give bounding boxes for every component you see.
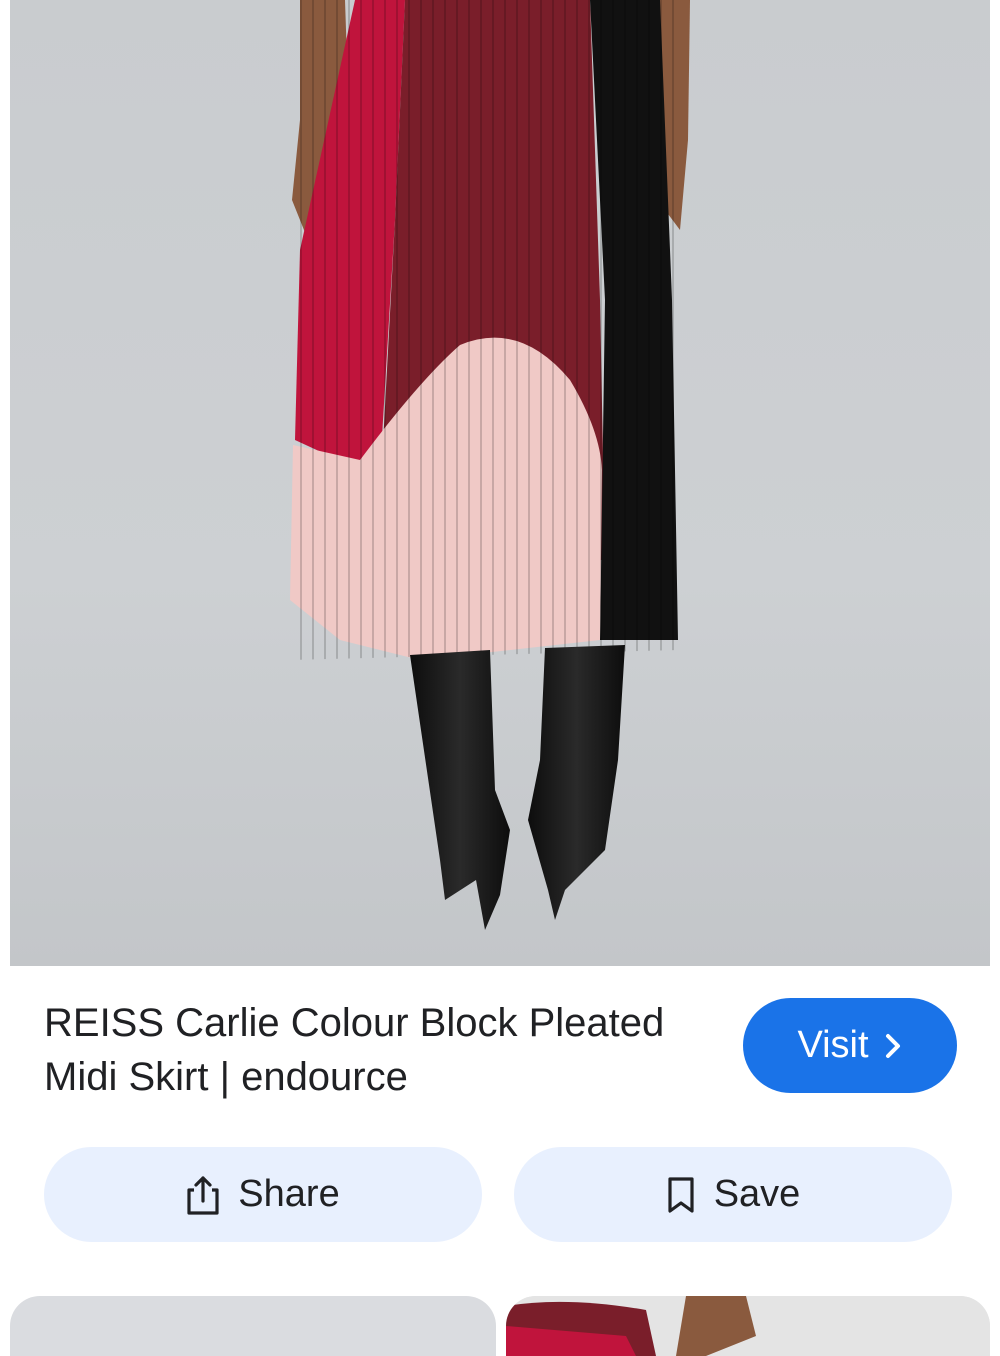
chevron-right-icon bbox=[883, 1032, 903, 1060]
save-button[interactable]: Save bbox=[514, 1147, 952, 1242]
product-image[interactable] bbox=[0, 0, 1000, 966]
share-button[interactable]: Share bbox=[44, 1147, 482, 1242]
product-title[interactable]: REISS Carlie Colour Block Pleated Midi S… bbox=[44, 996, 714, 1104]
bookmark-icon bbox=[666, 1176, 696, 1214]
related-result-thumbnail[interactable] bbox=[506, 1296, 990, 1356]
share-button-label: Share bbox=[238, 1173, 340, 1215]
related-result-thumbnail[interactable] bbox=[10, 1296, 496, 1356]
visit-button[interactable]: Visit bbox=[743, 998, 957, 1093]
product-title-line1: REISS Carlie Colour Block Pleated bbox=[44, 1001, 665, 1045]
save-button-label: Save bbox=[713, 1173, 801, 1215]
product-title-line2: Midi Skirt | endource bbox=[44, 1055, 408, 1099]
visit-button-label: Visit bbox=[797, 1024, 869, 1066]
share-icon bbox=[186, 1174, 220, 1216]
